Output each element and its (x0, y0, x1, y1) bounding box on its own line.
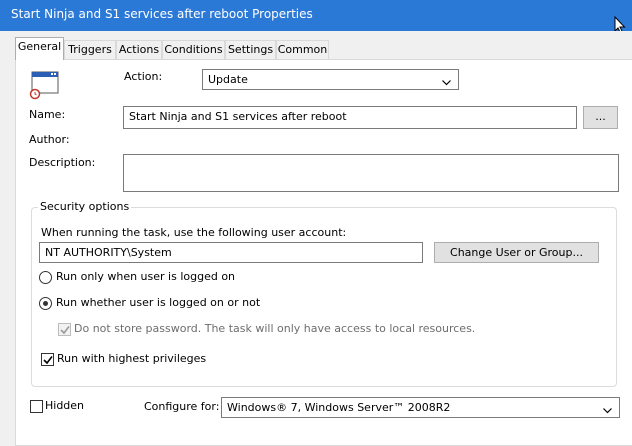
chevron-down-icon (603, 404, 612, 417)
change-user-button[interactable]: Change User or Group... (434, 242, 599, 263)
author-label: Author: (29, 133, 70, 146)
name-input[interactable]: Start Ninja and S1 services after reboot (123, 106, 577, 129)
name-browse-button[interactable]: ... (583, 106, 618, 129)
name-label: Name: (29, 108, 66, 121)
configure-for-label: Configure for: (144, 400, 220, 413)
action-select[interactable]: Update (202, 69, 459, 90)
account-prompt: When running the task, use the following… (41, 226, 347, 239)
hidden-label: Hidden (45, 399, 85, 412)
security-options-group: Security options When running the task, … (31, 200, 617, 387)
tab-common[interactable]: Common (276, 40, 329, 59)
checkbox-no-store-password[interactable] (58, 323, 71, 336)
title-bar: Start Ninja and S1 services after reboot… (0, 0, 632, 31)
highest-privileges-label: Run with highest privileges (57, 352, 207, 365)
security-options-legend: Security options (38, 200, 132, 213)
general-tab-panel: Action: Update Name: Start Ninja and S1 … (15, 59, 632, 446)
configure-for-value: Windows® 7, Windows Server™ 2008R2 (227, 401, 451, 414)
tab-settings[interactable]: Settings (225, 40, 276, 59)
description-textarea[interactable] (123, 154, 619, 192)
user-account-input[interactable]: NT AUTHORITY\System (39, 242, 423, 263)
properties-dialog: General Triggers Actions Conditions Sett… (0, 31, 632, 446)
tab-triggers[interactable]: Triggers (64, 40, 116, 59)
tab-actions[interactable]: Actions (116, 40, 162, 59)
radio-run-logged-on-label: Run only when user is logged on (56, 270, 236, 283)
radio-run-whether-label: Run whether user is logged on or not (56, 296, 261, 309)
chevron-down-icon (442, 76, 451, 89)
tab-conditions[interactable]: Conditions (162, 40, 225, 59)
configure-for-select[interactable]: Windows® 7, Windows Server™ 2008R2 (221, 397, 620, 418)
checkbox-hidden[interactable] (30, 400, 43, 413)
tab-general[interactable]: General (15, 37, 64, 60)
checkmark-icon (43, 356, 53, 365)
checkbox-highest-privileges[interactable] (41, 353, 54, 366)
action-select-value: Update (208, 73, 248, 86)
radio-run-logged-on[interactable] (39, 271, 52, 284)
description-label: Description: (29, 156, 96, 169)
no-store-password-label: Do not store password. The task will onl… (74, 322, 476, 335)
window-title: Start Ninja and S1 services after reboot… (11, 7, 313, 21)
task-icon (29, 71, 59, 104)
action-label: Action: (124, 70, 163, 83)
checkmark-icon (60, 326, 70, 335)
radio-run-whether[interactable] (39, 297, 52, 310)
